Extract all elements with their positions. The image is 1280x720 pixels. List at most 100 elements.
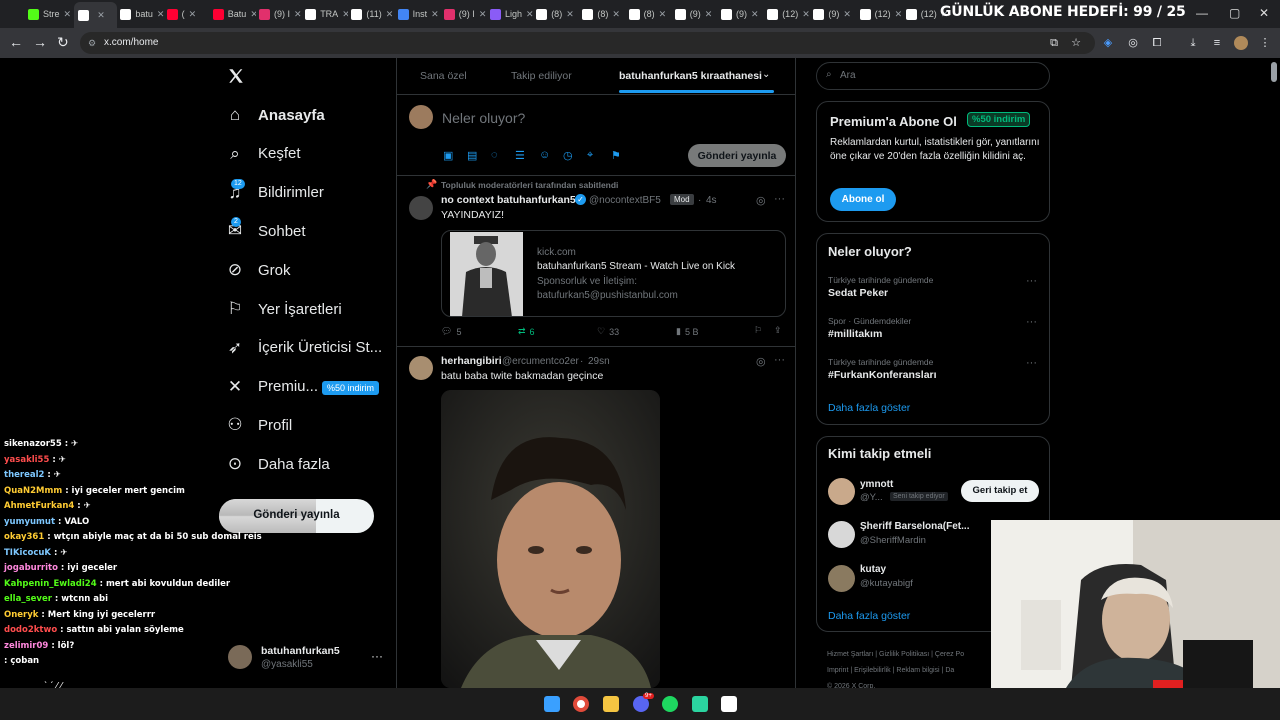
sidebar-post-button[interactable]: Gönderi yayınla	[219, 499, 374, 533]
repost-button[interactable]: ⇄ 6	[518, 326, 535, 337]
tweet-more-icon[interactable]: ···	[774, 193, 785, 205]
browser-tab[interactable]: Batu ✕	[212, 4, 256, 24]
chevron-down-icon[interactable]: ⌄	[762, 69, 770, 80]
tab-close-icon[interactable]: ✕	[843, 9, 851, 20]
sidebar-item-8[interactable]: ✕ Premiu...	[226, 377, 318, 396]
tab-close-icon[interactable]: ✕	[895, 9, 903, 20]
footer-link[interactable]: Gizlilik Politikası	[879, 651, 929, 658]
footer-link[interactable]: Imprint	[827, 667, 848, 674]
browser-tab[interactable]: (11) ✕	[351, 4, 394, 24]
site-info-icon[interactable]: ⚙	[88, 32, 96, 54]
trend-name[interactable]: Sedat Peker	[828, 287, 888, 299]
browser-tab[interactable]: ✕	[74, 2, 118, 28]
tweet-time[interactable]: 29sn	[588, 356, 610, 367]
suggested-user-name[interactable]: ymnott	[860, 479, 893, 490]
spotify-icon[interactable]	[662, 696, 678, 712]
bookmark-icon[interactable]: ⚐	[754, 325, 762, 336]
tab-close-icon[interactable]: ✕	[751, 9, 759, 20]
trend-name[interactable]: #millitakım	[828, 328, 882, 340]
tab-following[interactable]: Takip ediliyor	[511, 70, 572, 82]
extension-icon[interactable]: ◈	[1101, 36, 1115, 50]
address-bar[interactable]: ⚙ x.com/home	[80, 32, 1095, 54]
browser-tab[interactable]: (12) ✕	[859, 4, 903, 24]
suggested-user-name[interactable]: Şheriff Barselona(Fet...	[860, 521, 969, 532]
tab-close-icon[interactable]: ✕	[157, 9, 164, 20]
browser-tab[interactable]: (8) ✕	[582, 4, 625, 24]
trends-show-more[interactable]: Daha fazla göster	[828, 402, 910, 414]
download-icon[interactable]: ⤓	[1186, 36, 1200, 50]
tab-close-icon[interactable]: ✕	[97, 10, 105, 21]
tab-close-icon[interactable]: ✕	[612, 9, 620, 20]
media-icon[interactable]: ≡	[1210, 36, 1224, 50]
who-to-follow-show-more[interactable]: Daha fazla göster	[828, 610, 910, 622]
tab-close-icon[interactable]: ✕	[431, 9, 439, 20]
browser-tab[interactable]: (9) ✕	[721, 4, 764, 24]
browser-tab[interactable]: Ligh ✕	[490, 4, 533, 24]
grok-icon[interactable]: ◌	[491, 149, 498, 161]
like-button[interactable]: ♡ 33	[597, 326, 619, 337]
sidebar-item-2[interactable]: ⌕ Keşfet	[226, 144, 300, 163]
browser-tab[interactable]: (9) I ✕	[259, 4, 302, 24]
extension-icon[interactable]: ◎	[1126, 36, 1140, 50]
reply-button[interactable]: 💬︎ 5	[441, 326, 461, 337]
flag-icon[interactable]: ⚑	[611, 149, 621, 162]
file-explorer-icon[interactable]	[603, 696, 619, 712]
tab-close-icon[interactable]: ✕	[659, 9, 667, 20]
back-icon[interactable]: ←	[9, 34, 23, 50]
profile-avatar-icon[interactable]	[1234, 36, 1248, 50]
browser-tab[interactable]: Inst ✕	[397, 4, 441, 24]
footer-link[interactable]: Hizmet Şartları	[827, 651, 873, 658]
browser-tab[interactable]: TRA ✕	[305, 4, 348, 24]
trend-name[interactable]: #FurkanKonferansları	[828, 369, 937, 381]
tab-close-icon[interactable]: ✕	[294, 9, 302, 20]
cast-icon[interactable]: ⧉	[1047, 36, 1061, 50]
minimize-icon[interactable]: —	[1196, 6, 1208, 20]
share-icon[interactable]: ⇪	[774, 325, 782, 336]
store-icon[interactable]	[721, 696, 737, 712]
tweet-time[interactable]: 4s	[706, 195, 717, 206]
sidebar-item-5[interactable]: ⊘ Grok	[226, 261, 291, 279]
puzzle-icon[interactable]: ⧠	[1150, 36, 1164, 50]
tab-for-you[interactable]: Sana özel	[420, 70, 467, 82]
composer-input[interactable]: Neler oluyor?	[442, 110, 525, 126]
sidebar-item-10[interactable]: ⊙ Daha fazla	[226, 455, 330, 473]
suggested-user-name[interactable]: kutay	[860, 564, 886, 575]
tab-close-icon[interactable]: ✕	[705, 9, 713, 20]
sidebar-item-6[interactable]: ⚐ Yer İşaretleri	[226, 300, 341, 318]
sidebar-item-9[interactable]: ⚇ Profil	[226, 416, 292, 434]
tab-close-icon[interactable]: ✕	[250, 9, 256, 20]
avatar[interactable]	[409, 196, 433, 220]
avatar[interactable]	[228, 645, 252, 669]
trend-more-icon[interactable]: ···	[1026, 275, 1037, 287]
reload-icon[interactable]: ↻	[57, 34, 69, 51]
app-icon[interactable]	[692, 696, 708, 712]
composer-post-button[interactable]: Gönderi yayınla	[688, 144, 786, 167]
trend-more-icon[interactable]: ···	[1026, 357, 1037, 369]
footer-link[interactable]: Da	[945, 667, 954, 674]
avatar[interactable]	[409, 105, 433, 129]
sidebar-item-1[interactable]: ⌂ Anasayfa	[226, 106, 325, 124]
tweet-author-name[interactable]: no context batuhanfurkan5	[441, 194, 576, 206]
tweet-more-icon[interactable]: ···	[774, 354, 785, 366]
tweet-author-name[interactable]: herhangibiri	[441, 355, 502, 367]
gif-icon[interactable]: ▤	[467, 149, 477, 162]
image-icon[interactable]: ▣	[443, 149, 453, 162]
browser-tab[interactable]: (✕	[166, 4, 210, 24]
close-window-icon[interactable]: ✕	[1259, 6, 1269, 20]
windows-start-icon[interactable]	[544, 696, 560, 712]
tab-close-icon[interactable]: ✕	[189, 9, 197, 20]
browser-tab[interactable]: batu ✕	[120, 4, 164, 24]
footer-link[interactable]: Çerez Po	[935, 651, 964, 658]
grok-icon[interactable]: ◎	[756, 355, 766, 368]
menu-icon[interactable]: ⋮	[1258, 36, 1272, 50]
avatar[interactable]	[409, 356, 433, 380]
emoji-icon[interactable]: ☺	[539, 149, 550, 161]
browser-tab[interactable]: (12) ✕	[767, 4, 810, 24]
tab-close-icon[interactable]: ✕	[479, 9, 487, 20]
scrollbar-thumb[interactable]	[1271, 62, 1277, 82]
footer-link[interactable]: Erişilebilirlik	[854, 667, 891, 674]
search-input[interactable]: ⌕ Ara	[816, 62, 1050, 90]
browser-tab[interactable]: (9) ✕	[674, 4, 718, 24]
tab-close-icon[interactable]: ✕	[64, 9, 72, 20]
forward-icon[interactable]: →	[33, 34, 47, 50]
